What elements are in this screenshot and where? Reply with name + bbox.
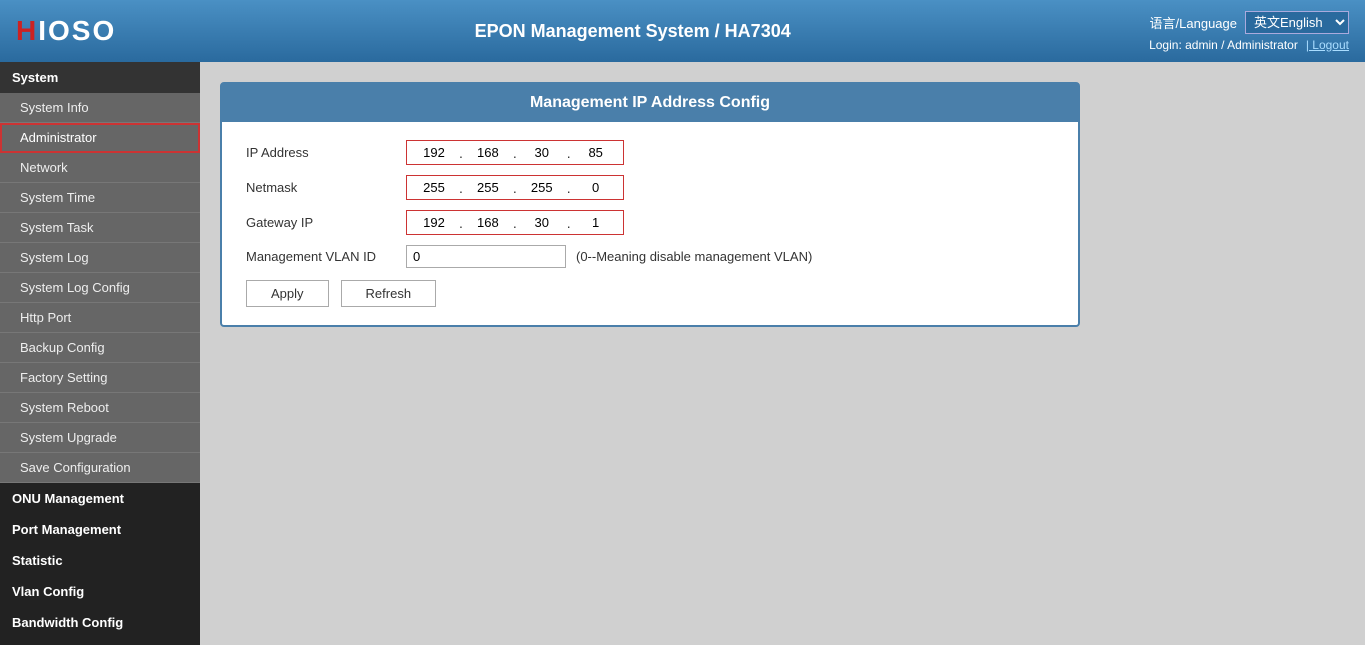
gw-octet-1[interactable] xyxy=(411,213,457,232)
sidebar-item-system-log-config[interactable]: System Log Config xyxy=(0,273,200,303)
sidebar-section-system[interactable]: System xyxy=(0,62,200,93)
sidebar-section-statistic[interactable]: Statistic xyxy=(0,545,200,576)
ip-octet-2[interactable] xyxy=(465,143,511,162)
sidebar-item-system-time[interactable]: System Time xyxy=(0,183,200,213)
sidebar-item-save-config[interactable]: Save Configuration xyxy=(0,453,200,483)
sidebar-item-system-task[interactable]: System Task xyxy=(0,213,200,243)
lang-label: 语言/Language xyxy=(1150,13,1237,32)
content-area: Management IP Address Config IP Address … xyxy=(200,62,1365,645)
ip-sep-2: . xyxy=(511,145,519,161)
config-panel-body: IP Address . . . Netmask xyxy=(222,122,1078,325)
logo-text: HIOSO xyxy=(16,15,116,47)
sidebar-section-port[interactable]: Port Management xyxy=(0,514,200,545)
gw-octet-2[interactable] xyxy=(465,213,511,232)
ip-address-label: IP Address xyxy=(246,145,406,160)
nm-sep-2: . xyxy=(511,180,519,196)
nm-sep-3: . xyxy=(565,180,573,196)
netmask-row: Netmask . . . xyxy=(246,175,1054,200)
header: HIOSO EPON Management System / HA7304 语言… xyxy=(0,0,1365,62)
main-layout: System System Info Administrator Network… xyxy=(0,62,1365,645)
sidebar-item-factory-setting[interactable]: Factory Setting xyxy=(0,363,200,393)
apply-button[interactable]: Apply xyxy=(246,280,329,307)
nm-sep-1: . xyxy=(457,180,465,196)
gw-sep-1: . xyxy=(457,215,465,231)
ip-sep-3: . xyxy=(565,145,573,161)
gw-octet-3[interactable] xyxy=(519,213,565,232)
sidebar-item-system-reboot[interactable]: System Reboot xyxy=(0,393,200,423)
ip-address-row: IP Address . . . xyxy=(246,140,1054,165)
ip-octet-3[interactable] xyxy=(519,143,565,162)
gateway-row: Gateway IP . . . xyxy=(246,210,1054,235)
header-right: 语言/Language 英文English 中文Chinese Login: a… xyxy=(1149,11,1349,52)
lang-select[interactable]: 英文English 中文Chinese xyxy=(1245,11,1349,34)
vlan-label: Management VLAN ID xyxy=(246,249,406,264)
gw-sep-3: . xyxy=(565,215,573,231)
sidebar: System System Info Administrator Network… xyxy=(0,62,200,645)
sidebar-item-system-info[interactable]: System Info xyxy=(0,93,200,123)
gateway-group: . . . xyxy=(406,210,624,235)
nm-octet-4[interactable] xyxy=(573,178,619,197)
sidebar-item-http-port[interactable]: Http Port xyxy=(0,303,200,333)
header-title: EPON Management System / HA7304 xyxy=(475,21,791,42)
nm-octet-1[interactable] xyxy=(411,178,457,197)
ip-octet-4[interactable] xyxy=(573,143,619,162)
gw-octet-4[interactable] xyxy=(573,213,619,232)
ip-octet-1[interactable] xyxy=(411,143,457,162)
login-text: Login: admin / Administrator xyxy=(1149,38,1298,52)
logout-link[interactable]: | Logout xyxy=(1306,38,1349,52)
sidebar-item-system-log[interactable]: System Log xyxy=(0,243,200,273)
refresh-button[interactable]: Refresh xyxy=(341,280,437,307)
netmask-group: . . . xyxy=(406,175,624,200)
nm-octet-3[interactable] xyxy=(519,178,565,197)
sidebar-item-backup-config[interactable]: Backup Config xyxy=(0,333,200,363)
vlan-row: Management VLAN ID (0--Meaning disable m… xyxy=(246,245,1054,268)
netmask-label: Netmask xyxy=(246,180,406,195)
button-row: Apply Refresh xyxy=(246,280,1054,307)
ip-address-group: . . . xyxy=(406,140,624,165)
vlan-input[interactable] xyxy=(406,245,566,268)
ip-sep-1: . xyxy=(457,145,465,161)
sidebar-section-onu[interactable]: ONU Management xyxy=(0,483,200,514)
gw-sep-2: . xyxy=(511,215,519,231)
sidebar-item-system-upgrade[interactable]: System Upgrade xyxy=(0,423,200,453)
gateway-label: Gateway IP xyxy=(246,215,406,230)
sidebar-item-network[interactable]: Network xyxy=(0,153,200,183)
sidebar-section-bandwidth[interactable]: Bandwidth Config xyxy=(0,607,200,638)
config-panel-title: Management IP Address Config xyxy=(222,84,1078,122)
nm-octet-2[interactable] xyxy=(465,178,511,197)
config-panel: Management IP Address Config IP Address … xyxy=(220,82,1080,327)
sidebar-section-olt-mac[interactable]: OLT Mac Config xyxy=(0,638,200,645)
vlan-note: (0--Meaning disable management VLAN) xyxy=(576,249,812,264)
sidebar-item-administrator[interactable]: Administrator xyxy=(0,123,200,153)
logo: HIOSO xyxy=(16,15,116,47)
sidebar-section-vlan[interactable]: Vlan Config xyxy=(0,576,200,607)
